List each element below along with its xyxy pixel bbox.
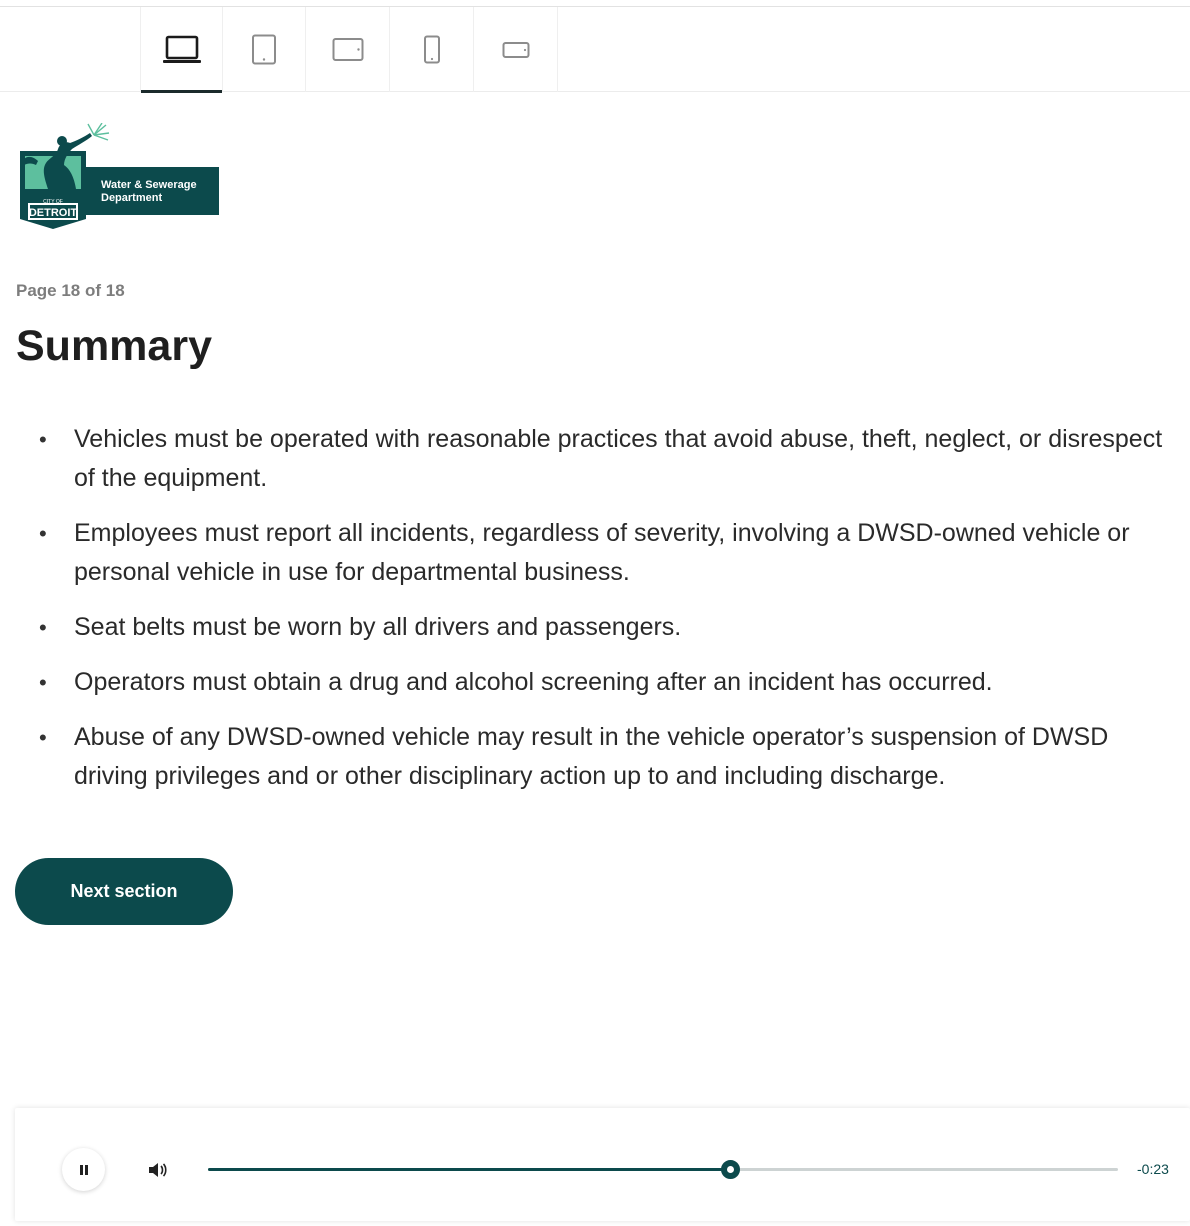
audio-progress-slider[interactable] xyxy=(208,1160,1118,1179)
tablet-landscape-view-button[interactable] xyxy=(307,7,390,92)
list-item: • Employees must report all incidents, re… xyxy=(34,514,1184,592)
list-item: • Vehicles must be operated with reasonab… xyxy=(34,420,1184,498)
phone-landscape-view-button[interactable] xyxy=(475,7,558,92)
laptop-icon xyxy=(162,35,201,63)
bullet-icon: • xyxy=(39,615,47,640)
phone-portrait-view-button[interactable] xyxy=(391,7,474,92)
phone-portrait-icon xyxy=(424,35,440,63)
tablet-portrait-icon xyxy=(252,34,276,64)
pause-button[interactable] xyxy=(62,1148,105,1191)
logo-department-line2: Department xyxy=(101,192,162,204)
bullet-icon: • xyxy=(39,670,47,695)
tablet-landscape-icon xyxy=(332,37,364,61)
phone-landscape-icon xyxy=(502,41,530,58)
audio-progress-fill xyxy=(208,1168,732,1171)
logo-city-small-text: CITY OF xyxy=(43,199,63,205)
audio-progress-handle[interactable] xyxy=(721,1160,741,1179)
list-item: • Seat belts must be worn by all drivers … xyxy=(34,608,1184,647)
time-remaining: -0:23 xyxy=(1137,1161,1169,1177)
dwsd-logo: CITY OF DETROIT Water & Sewerage Departm… xyxy=(14,122,220,231)
logo-city-text: DETROIT xyxy=(29,207,78,219)
bullet-icon: • xyxy=(39,521,47,546)
laptop-view-button[interactable] xyxy=(140,7,223,93)
bullet-icon: • xyxy=(39,427,47,452)
next-section-button[interactable]: Next section xyxy=(15,858,233,925)
page-indicator: Page 18 of 18 xyxy=(16,281,125,300)
list-item: • Operators must obtain a drug and alcoho… xyxy=(34,663,1184,702)
device-preview-toolbar xyxy=(0,7,1190,93)
tablet-portrait-view-button[interactable] xyxy=(223,7,306,92)
volume-icon xyxy=(149,1163,167,1177)
bullet-icon: • xyxy=(39,725,47,750)
pause-icon xyxy=(79,1164,88,1175)
volume-button[interactable] xyxy=(146,1158,170,1182)
audio-player: -0:23 xyxy=(15,1108,1190,1221)
summary-list: • Vehicles must be operated with reasonab… xyxy=(34,420,1184,812)
logo-department-line1: Water & Sewerage xyxy=(101,179,197,191)
list-item: • Abuse of any DWSD-owned vehicle may res… xyxy=(34,718,1184,796)
page-title: Summary xyxy=(16,322,212,370)
